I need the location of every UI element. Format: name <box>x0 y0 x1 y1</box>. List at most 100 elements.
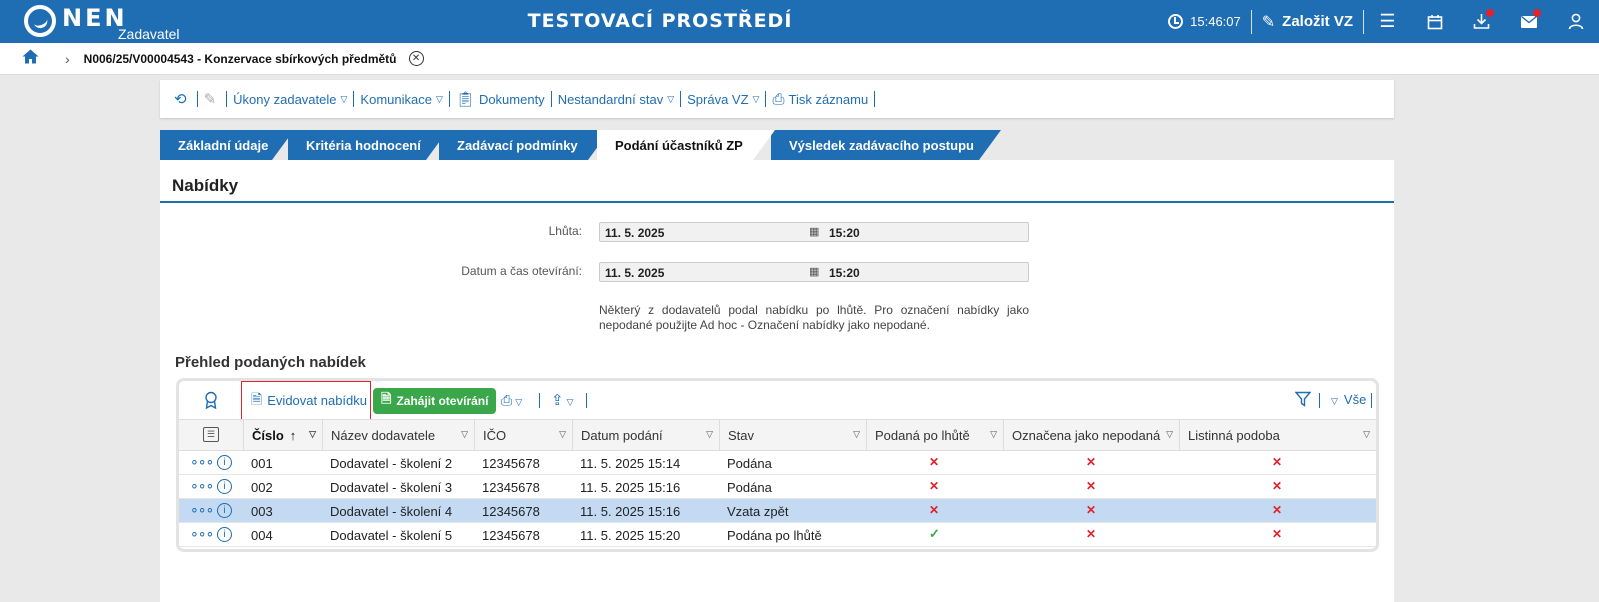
column-label: Označena jako nepodaná <box>1012 427 1161 443</box>
otevirani-field: 11. 5. 2025 ▦ 15:20 <box>599 262 1029 282</box>
tab-label: Kritéria hodnocení <box>306 137 421 153</box>
clock-time: 15:46:07 <box>1190 14 1241 29</box>
check-icon: ✓ <box>929 526 940 541</box>
row-actions-icon[interactable]: ∘∘∘ <box>190 501 214 518</box>
tab-podani-ucastniku[interactable]: Podání účastníků ZP <box>597 130 775 160</box>
cell-datum: 11. 5. 2025 15:14 <box>580 456 681 471</box>
col-podana-po-lhute[interactable]: Podaná po lhůtě ▽ <box>866 420 1003 450</box>
breadcrumb-current[interactable]: N006/25/V00004543 - Konzervace sbírkovýc… <box>84 52 397 66</box>
home-icon[interactable] <box>22 48 39 69</box>
export-menu-button[interactable]: ⇪ ▽ <box>551 391 574 409</box>
new-vz-button[interactable]: ✎ Založit VZ <box>1252 0 1363 43</box>
printer-icon: ⎙ <box>501 392 513 408</box>
toolbar-nestandardni-stav[interactable]: Nestandardní stav ▽ <box>552 92 680 107</box>
tab-vysledek-zadavaciho-postupu[interactable]: Výsledek zadávacího postupu <box>771 130 1001 160</box>
column-label: Stav <box>728 427 755 443</box>
column-label: Číslo <box>252 427 284 443</box>
divider <box>1319 393 1320 408</box>
info-icon[interactable]: i <box>217 455 232 470</box>
toolbar-sprava-vz[interactable]: Správa VZ ▽ <box>681 92 765 107</box>
table-row[interactable]: ∘∘∘ i 004 Dodavatel - školení 5 12345678 11. … <box>179 523 1376 547</box>
table-row[interactable]: ∘∘∘ i 001 Dodavatel - školení 2 12345678 11. … <box>179 451 1376 475</box>
otevirani-date: 11. 5. 2025 <box>605 266 665 280</box>
notification-dot <box>1533 9 1541 17</box>
cell-datum: 11. 5. 2025 15:16 <box>580 504 681 519</box>
col-oznacena-jako-nepodana[interactable]: Označena jako nepodaná ▽ <box>1003 420 1179 450</box>
evidovat-nabidku-button[interactable]: 🗎︎ Evidovat nabídku <box>241 381 371 420</box>
tab-label: Základní údaje <box>178 137 269 153</box>
edit-icon: ✎ <box>1261 13 1276 31</box>
messages-button[interactable] <box>1505 0 1552 43</box>
new-vz-label: Založit VZ <box>1282 13 1353 30</box>
info-icon[interactable]: i <box>217 503 232 518</box>
calendar-icon: ▦ <box>809 226 820 238</box>
cell-cislo: 001 <box>251 456 273 471</box>
table-row[interactable]: ∘∘∘ i 002 Dodavatel - školení 3 12345678 11. … <box>179 475 1376 499</box>
hamburger-icon: ☰ <box>1379 11 1396 31</box>
view-all-dropdown[interactable]: ▽ Vše <box>1331 392 1366 407</box>
toolbar-komunikace[interactable]: Komunikace ▽ <box>354 92 448 107</box>
cell-stav: Podána <box>727 456 772 471</box>
otevirani-time: 15:20 <box>829 266 860 280</box>
table-row[interactable]: ∘∘∘ i 003 Dodavatel - školení 4 12345678 11. … <box>179 499 1376 523</box>
col-cislo[interactable]: Číslo ↑ ▽ <box>243 420 322 450</box>
row-actions-icon[interactable]: ∘∘∘ <box>190 453 214 470</box>
section-title: Přehled podaných nabídek <box>175 354 366 371</box>
toolbar-ukony-zadavatele[interactable]: Úkony zadavatele ▽ <box>227 92 353 107</box>
close-icon[interactable]: ✕ <box>408 51 424 66</box>
downloads-button[interactable] <box>1458 0 1505 43</box>
caret-down-icon: ▽ <box>1363 429 1370 439</box>
col-listinna-podoba[interactable]: Listinná podoba ▽ <box>1179 420 1376 450</box>
tab-kriteria-hodnoceni[interactable]: Kritéria hodnocení <box>288 130 448 160</box>
lhuta-label: Lhůta: <box>548 224 582 238</box>
award-icon[interactable] <box>203 391 221 410</box>
top-header: NEN Zadavatel TESTOVACÍ PROSTŘEDÍ 15:46:… <box>0 0 1599 43</box>
toolbar-label: Nestandardní stav <box>557 91 664 107</box>
row-actions-icon[interactable]: ∘∘∘ <box>190 477 214 494</box>
tab-label: Zadávací podmínky <box>457 137 578 153</box>
column-settings-icon[interactable]: ☰ <box>203 427 219 442</box>
col-nazev-dodavatele[interactable]: Název dodavatele ▽ <box>322 420 474 450</box>
print-menu-button[interactable]: ⎙ ▽ <box>501 392 522 409</box>
user-icon <box>1568 13 1583 30</box>
caret-down-icon: ▽ <box>435 93 443 104</box>
caret-down-icon: ▽ <box>706 429 713 439</box>
info-icon[interactable]: i <box>217 527 232 542</box>
column-label: IČO <box>483 427 507 443</box>
document-add-icon: 🗎︎ <box>251 390 263 407</box>
refresh-button[interactable]: ⟲ <box>168 90 197 108</box>
page-title: Nabídky <box>172 176 239 195</box>
column-label: Podaná po lhůtě <box>875 427 970 443</box>
menu-button[interactable]: ☰ <box>1364 0 1411 43</box>
toolbar-dokumenty[interactable]: 📋︎ Dokumenty <box>450 90 551 108</box>
divider <box>874 91 876 107</box>
cell-cislo: 003 <box>251 504 273 519</box>
calendar-button[interactable] <box>1411 0 1458 43</box>
info-icon[interactable]: i <box>217 479 232 494</box>
evidovat-label: Evidovat nabídku <box>267 393 367 408</box>
tab-zakladni-udaje[interactable]: Základní údaje <box>160 130 294 160</box>
row-actions-icon[interactable]: ∘∘∘ <box>190 525 214 542</box>
cell-stav: Podána po lhůtě <box>727 528 822 543</box>
column-label: Listinná podoba <box>1188 427 1280 443</box>
tab-label: Výsledek zadávacího postupu <box>789 137 974 153</box>
filter-icon[interactable] <box>1294 391 1312 412</box>
cell-ico: 12345678 <box>482 528 540 543</box>
cell-cislo: 002 <box>251 480 273 495</box>
caret-down-icon: ▽ <box>461 429 468 439</box>
calendar-icon <box>1427 14 1442 29</box>
share-icon: ⇪ <box>551 392 564 409</box>
tab-zadavaci-podminky[interactable]: Zadávací podmínky <box>439 130 610 160</box>
cell-stav: Podána <box>727 480 772 495</box>
cross-icon: ✕ <box>1086 503 1097 517</box>
edit-button[interactable]: ✎ <box>198 90 227 108</box>
column-label: Datum podání <box>581 427 663 443</box>
user-button[interactable] <box>1552 0 1599 43</box>
toolbar-tisk-zaznamu[interactable]: ⎙ Tisk záznamu <box>766 91 874 108</box>
zahajit-otevirani-button[interactable]: 🗎︎ Zahájit otevírání <box>373 388 497 414</box>
col-ico[interactable]: IČO ▽ <box>474 420 572 450</box>
col-stav[interactable]: Stav ▽ <box>719 420 866 450</box>
caret-down-icon: ▽ <box>990 429 997 439</box>
col-datum-podani[interactable]: Datum podání ▽ <box>572 420 719 450</box>
toolbar-label: Komunikace <box>360 91 432 107</box>
